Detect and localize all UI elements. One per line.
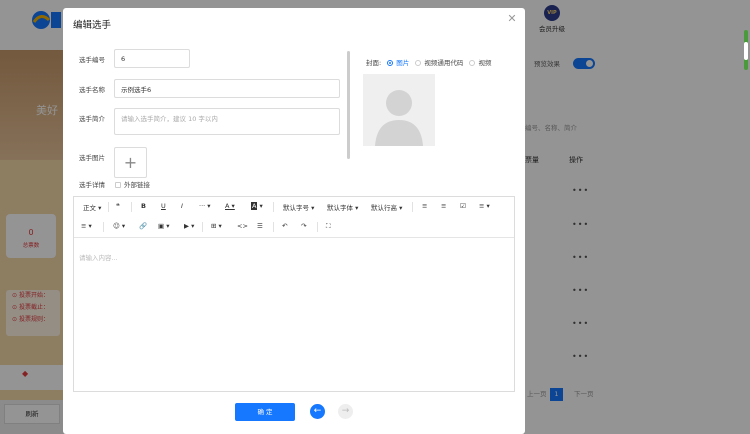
cover-option-video[interactable]: 视频 — [469, 59, 491, 67]
editor-content-area[interactable]: 请输入内容... — [79, 252, 118, 262]
redo-icon[interactable]: ↷ — [301, 222, 306, 230]
detail-label: 选手详情 — [79, 181, 105, 189]
underline-icon[interactable]: U — [161, 202, 166, 210]
link-icon[interactable]: 🔗 — [139, 222, 147, 230]
number-label: 选手编号 — [79, 56, 105, 64]
line-height-dropdown[interactable]: 默认行高 ▾ — [371, 202, 402, 212]
number-input[interactable] — [114, 49, 190, 68]
indent-dropdown-icon[interactable]: ≡ ▾ — [81, 222, 92, 230]
external-link-checkbox[interactable]: 外部链接 — [115, 179, 150, 189]
editor-toolbar-row2: ≡ ▾ ☺ ▾ 🔗 ▣ ▾ ▶ ▾ ⊞ ▾ <> ☰ ↶ ↷ ⛶ — [74, 217, 514, 237]
cover-label: 封面: — [366, 59, 382, 67]
todo-icon[interactable]: ☑ — [460, 202, 466, 210]
close-icon[interactable]: ✕ — [506, 13, 518, 25]
page-scrollbar-thumb[interactable] — [744, 42, 748, 60]
intro-label: 选手简介 — [79, 115, 105, 123]
font-size-dropdown[interactable]: 默认字号 ▾ — [283, 202, 314, 212]
arrow-left-icon[interactable]: ← — [310, 404, 325, 419]
numbered-list-icon[interactable]: ≡ — [441, 202, 446, 210]
cover-option-embed[interactable]: 视频通用代码 — [415, 59, 463, 67]
name-label: 选手名称 — [79, 86, 105, 94]
rich-text-editor: 正文 ▾ ❝ B U I ··· ▾ A ▾ A ▾ 默认字号 ▾ 默认字体 ▾… — [73, 196, 515, 392]
cover-type-group: 封面: 图片 视频通用代码 视频 — [366, 57, 491, 67]
radio-icon[interactable] — [415, 60, 422, 66]
radio-icon[interactable] — [469, 60, 476, 66]
more-format-dropdown[interactable]: ··· ▾ — [199, 202, 211, 210]
edit-contestant-dialog: 编辑选手 ✕ 选手编号 选手名称 选手简介 请输入选手简介，建议 10 字以内 … — [63, 8, 525, 434]
dialog-title: 编辑选手 — [73, 20, 112, 31]
code-icon[interactable]: <> — [237, 222, 248, 230]
cover-avatar-placeholder-icon[interactable] — [363, 74, 435, 146]
name-input[interactable] — [114, 79, 340, 98]
bulleted-list-icon[interactable]: ≡ — [422, 202, 427, 210]
image-label: 选手图片 — [79, 154, 105, 162]
confirm-button[interactable]: 确 定 — [235, 403, 295, 421]
intro-textarea[interactable]: 请输入选手简介，建议 10 字以内 — [114, 108, 340, 135]
image-upload-plus-icon[interactable]: + — [114, 147, 147, 178]
font-color-icon[interactable]: A ▾ — [225, 202, 235, 210]
quote-icon[interactable]: ❝ — [116, 202, 120, 210]
video-dropdown-icon[interactable]: ▶ ▾ — [184, 222, 194, 230]
form-scrollbar[interactable] — [347, 51, 350, 159]
radio-checked-icon[interactable] — [387, 60, 394, 66]
emoji-dropdown-icon[interactable]: ☺ ▾ — [113, 222, 125, 230]
external-link-label: 外部链接 — [124, 181, 150, 189]
italic-icon[interactable]: I — [181, 202, 183, 210]
arrow-right-icon[interactable]: → — [338, 404, 353, 419]
bold-icon[interactable]: B — [141, 202, 146, 210]
editor-toolbar-row1: 正文 ▾ ❝ B U I ··· ▾ A ▾ A ▾ 默认字号 ▾ 默认字体 ▾… — [74, 197, 514, 217]
font-family-dropdown[interactable]: 默认字体 ▾ — [327, 202, 358, 212]
undo-icon[interactable]: ↶ — [282, 222, 287, 230]
checkbox-icon[interactable] — [115, 182, 121, 188]
divider-icon[interactable]: ☰ — [257, 222, 263, 230]
background-color-icon[interactable]: A ▾ — [251, 202, 263, 210]
cover-option-image[interactable]: 图片 — [387, 59, 409, 67]
align-dropdown-icon[interactable]: ≡ ▾ — [479, 202, 490, 210]
table-dropdown-icon[interactable]: ⊞ ▾ — [211, 222, 222, 230]
toolbar-divider — [74, 237, 514, 238]
fullscreen-icon[interactable]: ⛶ — [326, 222, 331, 231]
image-dropdown-icon[interactable]: ▣ ▾ — [158, 222, 170, 230]
paragraph-style-dropdown[interactable]: 正文 ▾ — [83, 202, 101, 212]
